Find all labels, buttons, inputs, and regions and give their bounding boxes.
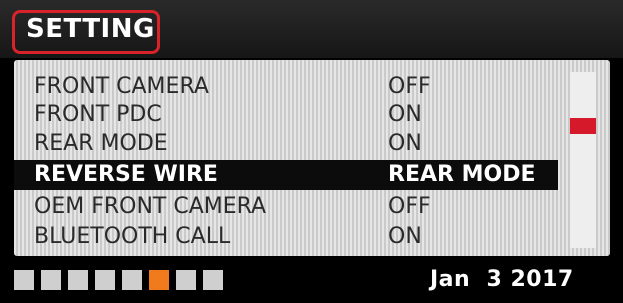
menu-item-value: ON: [388, 131, 422, 156]
menu-item-bluetooth-call[interactable]: BLUETOOTH CALL ON: [14, 222, 558, 252]
scrollbar-thumb[interactable]: [570, 118, 596, 134]
page-indicator[interactable]: [122, 270, 142, 290]
menu-item-label: OEM FRONT CAMERA: [34, 194, 267, 219]
status-date: Jan 3 2017: [430, 267, 574, 292]
menu-item-value: OFF: [388, 74, 431, 99]
menu-item-label: FRONT CAMERA: [34, 74, 209, 99]
menu-item-label: REAR MODE: [34, 131, 168, 156]
page-indicator[interactable]: [176, 270, 196, 290]
page-indicator-strip: [14, 270, 223, 290]
page-indicator[interactable]: [95, 270, 115, 290]
settings-screen: SETTING FRONT CAMERA OFF FRONT PDC ON RE…: [0, 0, 623, 303]
page-indicator[interactable]: [68, 270, 88, 290]
menu-item-label: FRONT PDC: [34, 102, 162, 127]
menu-item-value: REAR MODE: [388, 162, 536, 187]
page-indicator[interactable]: [149, 270, 169, 290]
menu-item-value: ON: [388, 102, 422, 127]
page-title: SETTING: [26, 14, 155, 44]
page-indicator[interactable]: [203, 270, 223, 290]
menu-item-front-pdc[interactable]: FRONT PDC ON: [14, 100, 558, 130]
page-indicator[interactable]: [14, 270, 34, 290]
menu-item-label: BLUETOOTH CALL: [34, 224, 231, 249]
menu-item-reverse-wire[interactable]: REVERSE WIRE REAR MODE: [14, 160, 558, 190]
menu-item-value: ON: [388, 224, 422, 249]
page-indicator[interactable]: [41, 270, 61, 290]
scrollbar-track[interactable]: [570, 72, 596, 248]
menu-item-rear-mode[interactable]: REAR MODE ON: [14, 129, 558, 159]
menu-item-label: REVERSE WIRE: [34, 162, 218, 187]
menu-item-oem-front-camera[interactable]: OEM FRONT CAMERA OFF: [14, 192, 558, 222]
menu-item-value: OFF: [388, 194, 431, 219]
menu-item-front-camera[interactable]: FRONT CAMERA OFF: [14, 72, 558, 102]
